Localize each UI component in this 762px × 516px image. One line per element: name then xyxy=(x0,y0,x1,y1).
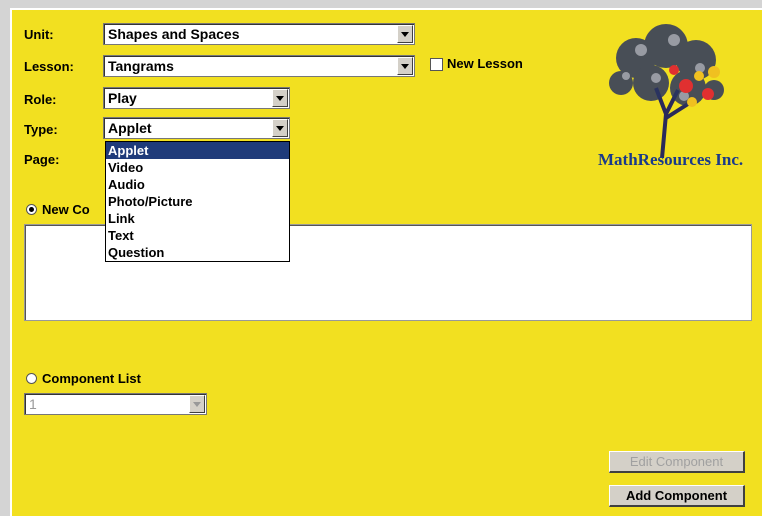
type-select[interactable]: Applet xyxy=(103,117,290,139)
dropdown-option-photo-picture[interactable]: Photo/Picture xyxy=(106,193,289,210)
chevron-down-icon[interactable] xyxy=(272,89,288,107)
component-list-radio[interactable] xyxy=(26,373,37,384)
unit-select[interactable]: Shapes and Spaces xyxy=(103,23,415,45)
add-component-button[interactable]: Add Component xyxy=(609,485,745,507)
dropdown-option-question[interactable]: Question xyxy=(106,244,289,261)
dropdown-option-text[interactable]: Text xyxy=(106,227,289,244)
unit-label: Unit: xyxy=(24,27,54,42)
chevron-down-icon[interactable] xyxy=(397,57,413,75)
component-list-value: 1 xyxy=(29,396,37,412)
chevron-down-icon[interactable] xyxy=(189,395,205,413)
lesson-label: Lesson: xyxy=(24,59,74,74)
component-list-label[interactable]: Component List xyxy=(42,371,141,386)
type-value: Applet xyxy=(108,120,152,136)
type-dropdown-list: Applet Video Audio Photo/Picture Link Te… xyxy=(105,141,290,262)
unit-value: Shapes and Spaces xyxy=(108,26,240,42)
apple-icon xyxy=(702,88,714,100)
lesson-select[interactable]: Tangrams xyxy=(103,55,415,77)
page-label: Page: xyxy=(24,152,60,167)
new-component-label[interactable]: New Co xyxy=(42,202,90,217)
role-label: Role: xyxy=(24,92,57,107)
lesson-value: Tangrams xyxy=(108,58,174,74)
edit-component-button[interactable]: Edit Component xyxy=(609,451,745,473)
dropdown-option-video[interactable]: Video xyxy=(106,159,289,176)
dropdown-option-link[interactable]: Link xyxy=(106,210,289,227)
dropdown-option-audio[interactable]: Audio xyxy=(106,176,289,193)
tree-logo-icon xyxy=(609,24,724,158)
new-lesson-checkbox[interactable] xyxy=(430,58,443,71)
role-value: Play xyxy=(108,90,137,106)
new-component-radio[interactable] xyxy=(26,204,37,215)
type-label: Type: xyxy=(24,122,58,137)
component-list-select[interactable]: 1 xyxy=(24,393,207,415)
new-lesson-label[interactable]: New Lesson xyxy=(447,56,523,71)
chevron-down-icon[interactable] xyxy=(272,119,288,137)
apple-icon xyxy=(679,79,693,93)
dropdown-option-applet[interactable]: Applet xyxy=(106,142,289,159)
role-select[interactable]: Play xyxy=(103,87,290,109)
chevron-down-icon[interactable] xyxy=(397,25,413,43)
company-logo-text: MathResources Inc. xyxy=(598,150,744,169)
